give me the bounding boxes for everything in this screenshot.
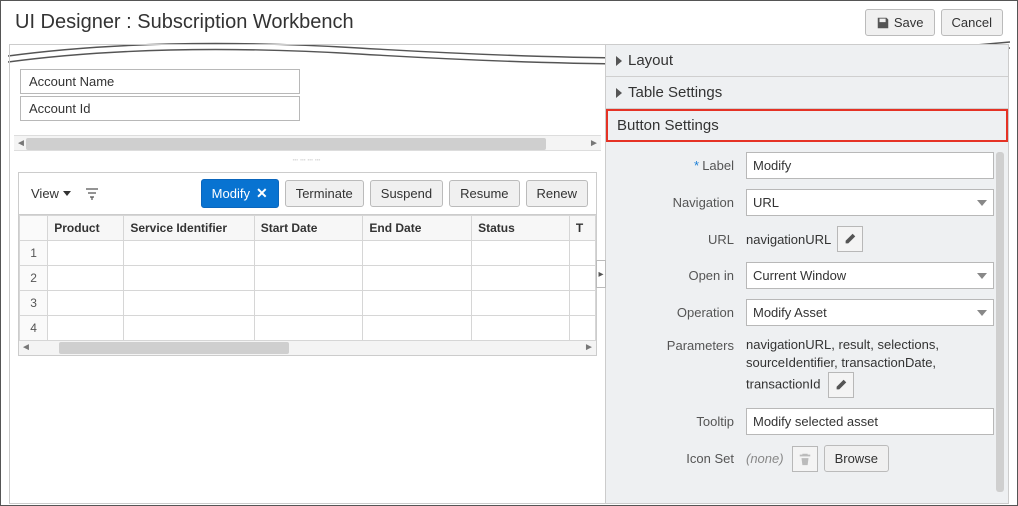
chevron-down-icon	[977, 273, 987, 279]
form-h-scrollbar[interactable]: ◄ ►	[14, 135, 601, 151]
navigation-select[interactable]: URL	[746, 189, 994, 216]
chevron-down-icon	[977, 200, 987, 206]
col-truncated[interactable]: T	[569, 216, 595, 241]
caret-down-icon	[63, 191, 71, 196]
col-service-identifier[interactable]: Service Identifier	[124, 216, 254, 241]
trash-icon	[798, 452, 812, 466]
iconset-field-label: Icon Set	[616, 451, 746, 466]
scroll-left-icon[interactable]: ◄	[21, 342, 31, 354]
table-row[interactable]: 3	[20, 291, 596, 316]
view-menu[interactable]: View	[27, 184, 75, 203]
openin-select[interactable]: Current Window	[746, 262, 994, 289]
pane-expander[interactable]: ▸	[596, 260, 606, 288]
col-start-date[interactable]: Start Date	[254, 216, 363, 241]
save-button-label: Save	[894, 15, 924, 30]
modify-button[interactable]: Modify ✕	[201, 179, 279, 208]
edit-url-button[interactable]	[837, 226, 863, 252]
required-asterisk: *	[694, 158, 699, 173]
layout-label: Layout	[628, 52, 673, 69]
table-settings-label: Table Settings	[628, 84, 722, 101]
table-row[interactable]: 2	[20, 266, 596, 291]
table-header-row: Product Service Identifier Start Date En…	[20, 216, 596, 241]
navigation-field-label: Navigation	[616, 195, 746, 210]
account-name-field[interactable]: Account Name	[20, 69, 300, 94]
tooltip-field-label: Tooltip	[616, 414, 746, 429]
parameters-field-label: Parameters	[616, 336, 746, 353]
save-button[interactable]: Save	[865, 9, 935, 36]
view-menu-label: View	[31, 186, 59, 201]
browse-button[interactable]: Browse	[824, 445, 889, 472]
edit-parameters-button[interactable]	[828, 372, 854, 398]
modify-button-label: Modify	[212, 186, 250, 201]
pencil-icon	[834, 378, 848, 392]
cancel-button[interactable]: Cancel	[941, 9, 1003, 36]
chevron-down-icon	[977, 310, 987, 316]
scroll-thumb[interactable]	[59, 342, 289, 354]
table-settings-accordion[interactable]: Table Settings	[606, 77, 1008, 109]
col-product[interactable]: Product	[48, 216, 124, 241]
operation-select[interactable]: Modify Asset	[746, 299, 994, 326]
suspend-button[interactable]: Suspend	[370, 180, 443, 207]
table-row[interactable]: 1	[20, 241, 596, 266]
url-field-label: URL	[616, 232, 746, 247]
tooltip-input[interactable]: Modify selected asset	[746, 408, 994, 435]
table-row[interactable]: 4	[20, 316, 596, 341]
label-input[interactable]: Modify	[746, 152, 994, 179]
openin-field-label: Open in	[616, 268, 746, 283]
col-status[interactable]: Status	[472, 216, 570, 241]
close-icon[interactable]: ✕	[256, 185, 268, 202]
button-settings-accordion[interactable]: Button Settings	[606, 109, 1008, 142]
data-grid: Product Service Identifier Start Date En…	[18, 215, 597, 356]
renew-button[interactable]: Renew	[526, 180, 588, 207]
pencil-icon	[843, 232, 857, 246]
scroll-thumb[interactable]	[26, 138, 546, 150]
button-settings-panel: * Label Modify Navigation URL URL	[606, 142, 1008, 492]
layout-accordion[interactable]: Layout	[606, 45, 1008, 77]
resume-button[interactable]: Resume	[449, 180, 519, 207]
col-end-date[interactable]: End Date	[363, 216, 472, 241]
filter-icon[interactable]	[81, 183, 103, 205]
save-icon	[876, 16, 890, 30]
clear-icon-button[interactable]	[792, 446, 818, 472]
scroll-left-icon[interactable]: ◄	[16, 138, 26, 150]
grid-h-scrollbar[interactable]: ◄ ►	[19, 341, 596, 355]
iconset-none: (none)	[746, 451, 784, 466]
label-field-label: * Label	[616, 158, 746, 173]
scroll-right-icon[interactable]: ►	[589, 138, 599, 150]
terminate-button[interactable]: Terminate	[285, 180, 364, 207]
scroll-right-icon[interactable]: ►	[584, 342, 594, 354]
account-id-field[interactable]: Account Id	[20, 96, 300, 121]
button-settings-label: Button Settings	[617, 117, 719, 134]
url-value: navigationURL	[746, 232, 831, 247]
splitter-handle[interactable]: ┄┄┄┄	[10, 153, 605, 168]
page-title: UI Designer : Subscription Workbench	[15, 11, 354, 34]
operation-field-label: Operation	[616, 305, 746, 320]
chevron-right-icon	[616, 88, 622, 98]
chevron-right-icon	[616, 56, 622, 66]
